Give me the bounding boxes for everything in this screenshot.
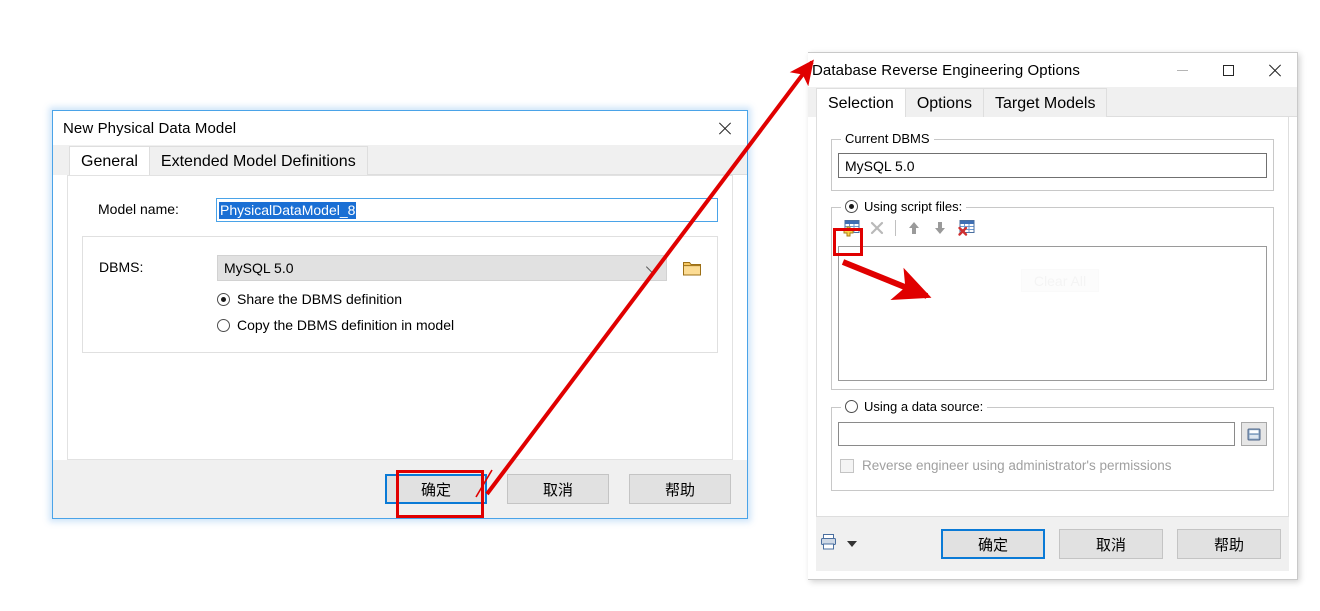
current-dbms-group: Current DBMS MySQL 5.0 [831, 131, 1274, 191]
close-icon [718, 122, 731, 135]
model-name-label: Model name: [98, 201, 179, 217]
current-dbms-value: MySQL 5.0 [845, 157, 915, 174]
ok-button[interactable]: 确定 [941, 529, 1045, 559]
right-dialog-footer: 确定 取消 帮助 [816, 517, 1289, 571]
dbms-label: DBMS: [99, 259, 144, 275]
caret-down-icon[interactable] [847, 541, 857, 547]
new-physical-data-model-dialog: New Physical Data Model General Extended… [52, 110, 748, 519]
model-name-value: PhysicalDataModel_8 [219, 201, 357, 219]
selection-tab-panel: Current DBMS MySQL 5.0 Using script file… [816, 117, 1289, 517]
radio-icon [845, 400, 858, 413]
close-button[interactable] [1251, 53, 1297, 87]
left-dialog-body: Model name: PhysicalDataModel_8 DBMS: My… [53, 175, 747, 518]
left-dialog-title: New Physical Data Model [63, 119, 237, 137]
clear-all-button[interactable] [953, 216, 979, 240]
script-files-list[interactable]: Clear All [838, 246, 1267, 381]
using-data-source-group: Using a data source: Reverse engineer us… [831, 399, 1274, 491]
help-button[interactable]: 帮助 [1177, 529, 1281, 559]
tabstrip-filler [366, 146, 747, 175]
model-name-row: Model name: PhysicalDataModel_8 [68, 198, 732, 222]
left-tabstrip: General Extended Model Definitions [53, 145, 747, 175]
right-dialog-titlebar: Database Reverse Engineering Options [808, 53, 1297, 87]
using-script-files-group: Using script files: Clear All [831, 199, 1274, 390]
model-name-input[interactable]: PhysicalDataModel_8 [216, 198, 718, 222]
move-up-icon [909, 222, 919, 234]
admin-permissions-label: Reverse engineer using administrator's p… [862, 458, 1172, 473]
cancel-button[interactable]: 取消 [1059, 529, 1163, 559]
dbms-combo[interactable]: MySQL 5.0 [217, 255, 667, 281]
radio-icon [845, 200, 858, 213]
dbms-group: DBMS: MySQL 5.0 Share the DBMS definitio… [82, 236, 718, 353]
data-source-picker-button[interactable] [1241, 422, 1267, 446]
right-window-controls [1159, 53, 1297, 87]
cancel-button[interactable]: 取消 [507, 474, 609, 504]
move-down-button[interactable] [927, 216, 953, 240]
clear-all-icon [958, 220, 975, 236]
close-button[interactable] [701, 111, 747, 145]
share-dbms-definition-label: Share the DBMS definition [237, 291, 402, 307]
right-dialog-title: Database Reverse Engineering Options [812, 61, 1080, 79]
printer-icon [821, 533, 836, 549]
copy-dbms-definition-label: Copy the DBMS definition in model [237, 317, 455, 333]
add-script-button[interactable] [838, 216, 864, 240]
screenshot-root: New Physical Data Model General Extended… [0, 0, 1320, 611]
current-dbms-legend: Current DBMS [841, 131, 934, 146]
checkbox-icon [840, 458, 854, 473]
delete-script-button[interactable] [864, 216, 890, 240]
clear-all-ghost-button: Clear All [1021, 269, 1099, 292]
tab-target-models[interactable]: Target Models [982, 88, 1108, 117]
using-data-source-option[interactable]: Using a data source: [841, 399, 988, 414]
add-script-icon [843, 220, 860, 237]
using-script-files-label: Using script files: [864, 199, 963, 214]
move-up-button[interactable] [901, 216, 927, 240]
current-dbms-field: MySQL 5.0 [838, 153, 1267, 178]
data-source-input[interactable] [838, 422, 1235, 446]
minimize-button[interactable] [1159, 53, 1205, 87]
print-controls [820, 533, 857, 556]
data-source-icon [1247, 428, 1261, 440]
using-script-files-option[interactable]: Using script files: [841, 199, 967, 214]
maximize-button[interactable] [1205, 53, 1251, 87]
chevron-down-icon [645, 259, 661, 275]
left-dialog-titlebar: New Physical Data Model [53, 111, 747, 145]
general-tab-panel: Model name: PhysicalDataModel_8 DBMS: My… [67, 175, 733, 460]
admin-permissions-checkbox-row[interactable]: Reverse engineer using administrator's p… [840, 458, 1171, 473]
minimize-icon [1176, 69, 1188, 71]
tab-selection[interactable]: Selection [816, 88, 906, 117]
copy-dbms-definition-radio[interactable]: Copy the DBMS definition in model [217, 317, 454, 333]
right-tabstrip: Selection Options Target Models [808, 87, 1297, 117]
tab-options[interactable]: Options [904, 88, 984, 117]
radio-icon [217, 292, 230, 306]
tab-extended-model-definitions[interactable]: Extended Model Definitions [148, 146, 368, 175]
database-reverse-engineering-options-dialog: Database Reverse Engineering Options Sel… [808, 52, 1298, 580]
delete-script-icon [870, 221, 884, 235]
tab-general[interactable]: General [69, 146, 150, 175]
move-down-icon [935, 222, 945, 234]
print-button[interactable] [820, 533, 837, 556]
close-icon [1268, 64, 1281, 77]
using-data-source-label: Using a data source: [864, 399, 984, 414]
left-dialog-footer: 确定 取消 帮助 [53, 460, 747, 518]
share-dbms-definition-radio[interactable]: Share the DBMS definition [217, 291, 402, 307]
dbms-browse-button[interactable] [679, 255, 705, 281]
tabstrip-filler [1106, 88, 1297, 117]
folder-icon [683, 262, 701, 276]
dbms-combo-value: MySQL 5.0 [224, 260, 294, 276]
toolbar-separator [895, 220, 896, 236]
script-files-toolbar [838, 216, 979, 240]
left-window-controls [701, 111, 747, 145]
ok-button[interactable]: 确定 [385, 474, 487, 504]
maximize-icon [1222, 64, 1234, 76]
help-button[interactable]: 帮助 [629, 474, 731, 504]
radio-icon [217, 318, 230, 332]
